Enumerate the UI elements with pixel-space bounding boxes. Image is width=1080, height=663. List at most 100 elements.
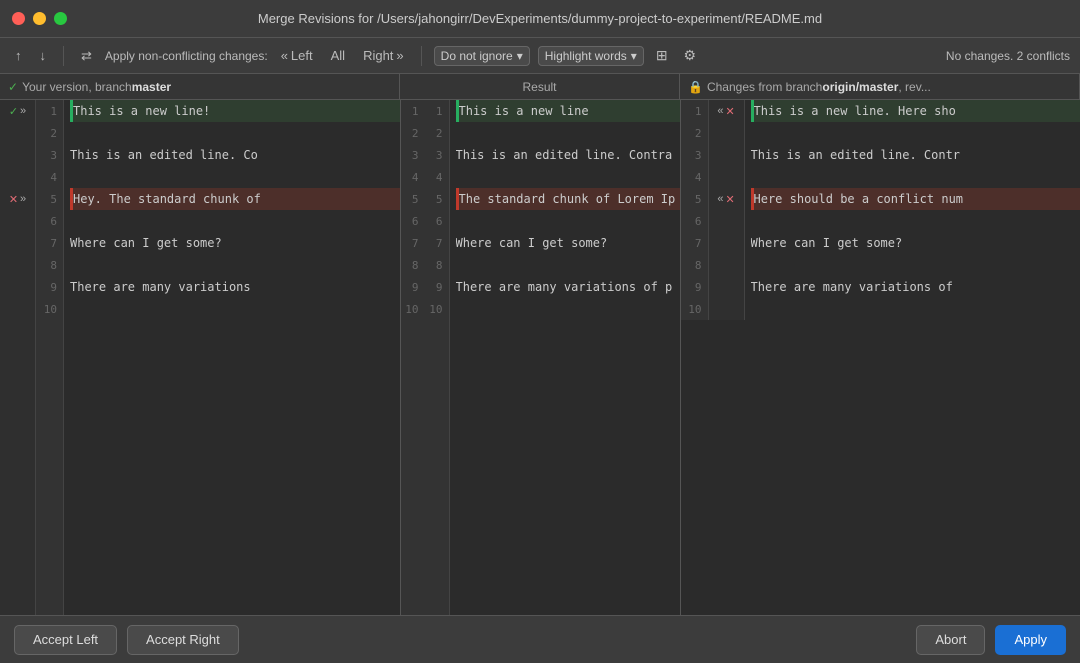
result-code-line-2 — [456, 122, 680, 144]
result-ln5-r: 5 — [425, 188, 449, 210]
left-gutter-row-3 — [0, 144, 35, 166]
result-panel: 1 2 3 4 5 6 7 8 9 10 1 2 3 4 5 6 — [401, 100, 681, 615]
left-gutter-row-5[interactable]: ✕ » — [0, 188, 35, 210]
navigate-up-button[interactable]: ↑ — [10, 46, 27, 65]
result-code-line-10 — [456, 298, 680, 320]
right-ln-8: 8 — [681, 254, 708, 276]
left-ln-6: 6 — [36, 210, 63, 232]
result-ln6-r: 6 — [425, 210, 449, 232]
left-gutter-row-2 — [0, 122, 35, 144]
fullscreen-button[interactable] — [54, 12, 67, 25]
toolbar-separator-1 — [63, 46, 64, 66]
right-gutter-row-2 — [709, 122, 744, 144]
apply-non-conflicting-icon[interactable]: ⇄ — [76, 46, 97, 66]
left-ln-10: 10 — [36, 298, 63, 320]
result-ln10-r: 10 — [425, 298, 449, 320]
right-code-line-1: This is a new line. Here sho — [751, 100, 1080, 122]
apply-all-label: All — [331, 48, 345, 63]
left-header-prefix: Your version, branch — [22, 80, 132, 94]
highlight-dropdown[interactable]: Highlight words ▾ — [538, 46, 644, 66]
left-code-line-8 — [70, 254, 400, 276]
left-gutter-row-1[interactable]: ✓ » — [0, 100, 35, 122]
chevron-left-icon: « — [717, 105, 723, 117]
result-ln9-l: 9 — [401, 276, 425, 298]
left-line-numbers: 1 2 3 4 5 6 7 8 9 10 — [36, 100, 64, 615]
result-ln2-l: 2 — [401, 122, 425, 144]
left-gutter-row-9 — [0, 276, 35, 298]
left-ln-4: 4 — [36, 166, 63, 188]
right-panel: 1 2 3 4 5 6 7 8 9 10 « ✕ — [681, 100, 1080, 615]
left-ln-3: 3 — [36, 144, 63, 166]
left-code-line-7: Where can I get some? — [70, 232, 400, 254]
result-line-numbers: 1 2 3 4 5 6 7 8 9 10 1 2 3 4 5 6 — [401, 100, 450, 615]
ignore-dropdown[interactable]: Do not ignore ▾ — [434, 46, 530, 66]
result-ln7-r: 7 — [425, 232, 449, 254]
result-code-line-8 — [456, 254, 680, 276]
traffic-lights — [12, 12, 67, 25]
result-code-line-9: There are many variations of p — [456, 276, 680, 298]
left-arrow-icon: « — [281, 48, 288, 63]
right-code-lines: This is a new line. Here sho This is an … — [745, 100, 1080, 320]
right-ln-1: 1 — [681, 100, 708, 122]
apply-right-label: Right — [363, 48, 393, 63]
minimize-button[interactable] — [33, 12, 46, 25]
abort-button[interactable]: Abort — [916, 625, 985, 655]
accept-left-button[interactable]: Accept Left — [14, 625, 117, 655]
result-ln9-r: 9 — [425, 276, 449, 298]
highlight-dropdown-label: Highlight words — [545, 49, 627, 63]
result-code-line-7: Where can I get some? — [456, 232, 680, 254]
accept-right-button[interactable]: Accept Right — [127, 625, 239, 655]
left-ln-7: 7 — [36, 232, 63, 254]
left-column-header: ✓ Your version, branch master — [0, 74, 400, 99]
right-gutter-row-4 — [709, 166, 744, 188]
right-ln-9: 9 — [681, 276, 708, 298]
result-ln4-l: 4 — [401, 166, 425, 188]
right-gutter: « ✕ « ✕ — [709, 100, 745, 320]
right-code-line-5: Here should be a conflict num — [751, 188, 1080, 210]
title-bar: Merge Revisions for /Users/jahongirr/Dev… — [0, 0, 1080, 38]
middle-column-header: Result — [400, 74, 680, 99]
close-button[interactable] — [12, 12, 25, 25]
right-code-line-8 — [751, 254, 1080, 276]
result-ln-col-2: 1 2 3 4 5 6 7 8 9 10 — [425, 100, 449, 615]
left-ln-8: 8 — [36, 254, 63, 276]
result-ln7-l: 7 — [401, 232, 425, 254]
right-gutter-row-5[interactable]: « ✕ — [709, 188, 744, 210]
right-gutter-row-3 — [709, 144, 744, 166]
result-ln8-l: 8 — [401, 254, 425, 276]
right-code-line-3: This is an edited line. Contr — [751, 144, 1080, 166]
middle-header-label: Result — [522, 80, 556, 94]
result-ln2-r: 2 — [425, 122, 449, 144]
settings-button[interactable]: ⚙ — [680, 45, 701, 66]
right-header-prefix: Changes from branch — [707, 80, 822, 94]
right-ln-10: 10 — [681, 298, 708, 320]
result-ln1-l: 1 — [401, 100, 425, 122]
result-ln4-r: 4 — [425, 166, 449, 188]
right-gutter-row-1[interactable]: « ✕ — [709, 100, 744, 122]
chevron-right-icon-2: » — [20, 193, 26, 205]
result-code-line-4 — [456, 166, 680, 188]
apply-left-button[interactable]: « Left — [276, 46, 318, 65]
x-icon: ✕ — [9, 193, 18, 206]
apply-left-label: Left — [291, 48, 313, 63]
apply-button[interactable]: Apply — [995, 625, 1066, 655]
conflict-status: No changes. 2 conflicts — [946, 49, 1070, 63]
columns-view-button[interactable]: ⊞ — [652, 45, 672, 66]
right-ln-3: 3 — [681, 144, 708, 166]
ignore-dropdown-chevron-icon: ▾ — [517, 49, 523, 63]
right-column-header: 🔒 Changes from branch origin/master , re… — [680, 74, 1080, 99]
right-gutter-row-7 — [709, 232, 744, 254]
result-ln5-l: 5 — [401, 188, 425, 210]
left-code-line-6 — [70, 210, 400, 232]
right-gutter-row-8 — [709, 254, 744, 276]
apply-right-button[interactable]: Right » — [358, 46, 409, 65]
left-panel: ✓ » ✕ » 1 2 3 4 — [0, 100, 401, 615]
navigate-down-button[interactable]: ↓ — [35, 46, 52, 65]
left-ln-9: 9 — [36, 276, 63, 298]
apply-all-button[interactable]: All — [326, 46, 350, 65]
left-gutter-row-8 — [0, 254, 35, 276]
window-title: Merge Revisions for /Users/jahongirr/Dev… — [258, 11, 822, 26]
left-code-line-10 — [70, 298, 400, 320]
left-ln-2: 2 — [36, 122, 63, 144]
result-ln8-r: 8 — [425, 254, 449, 276]
